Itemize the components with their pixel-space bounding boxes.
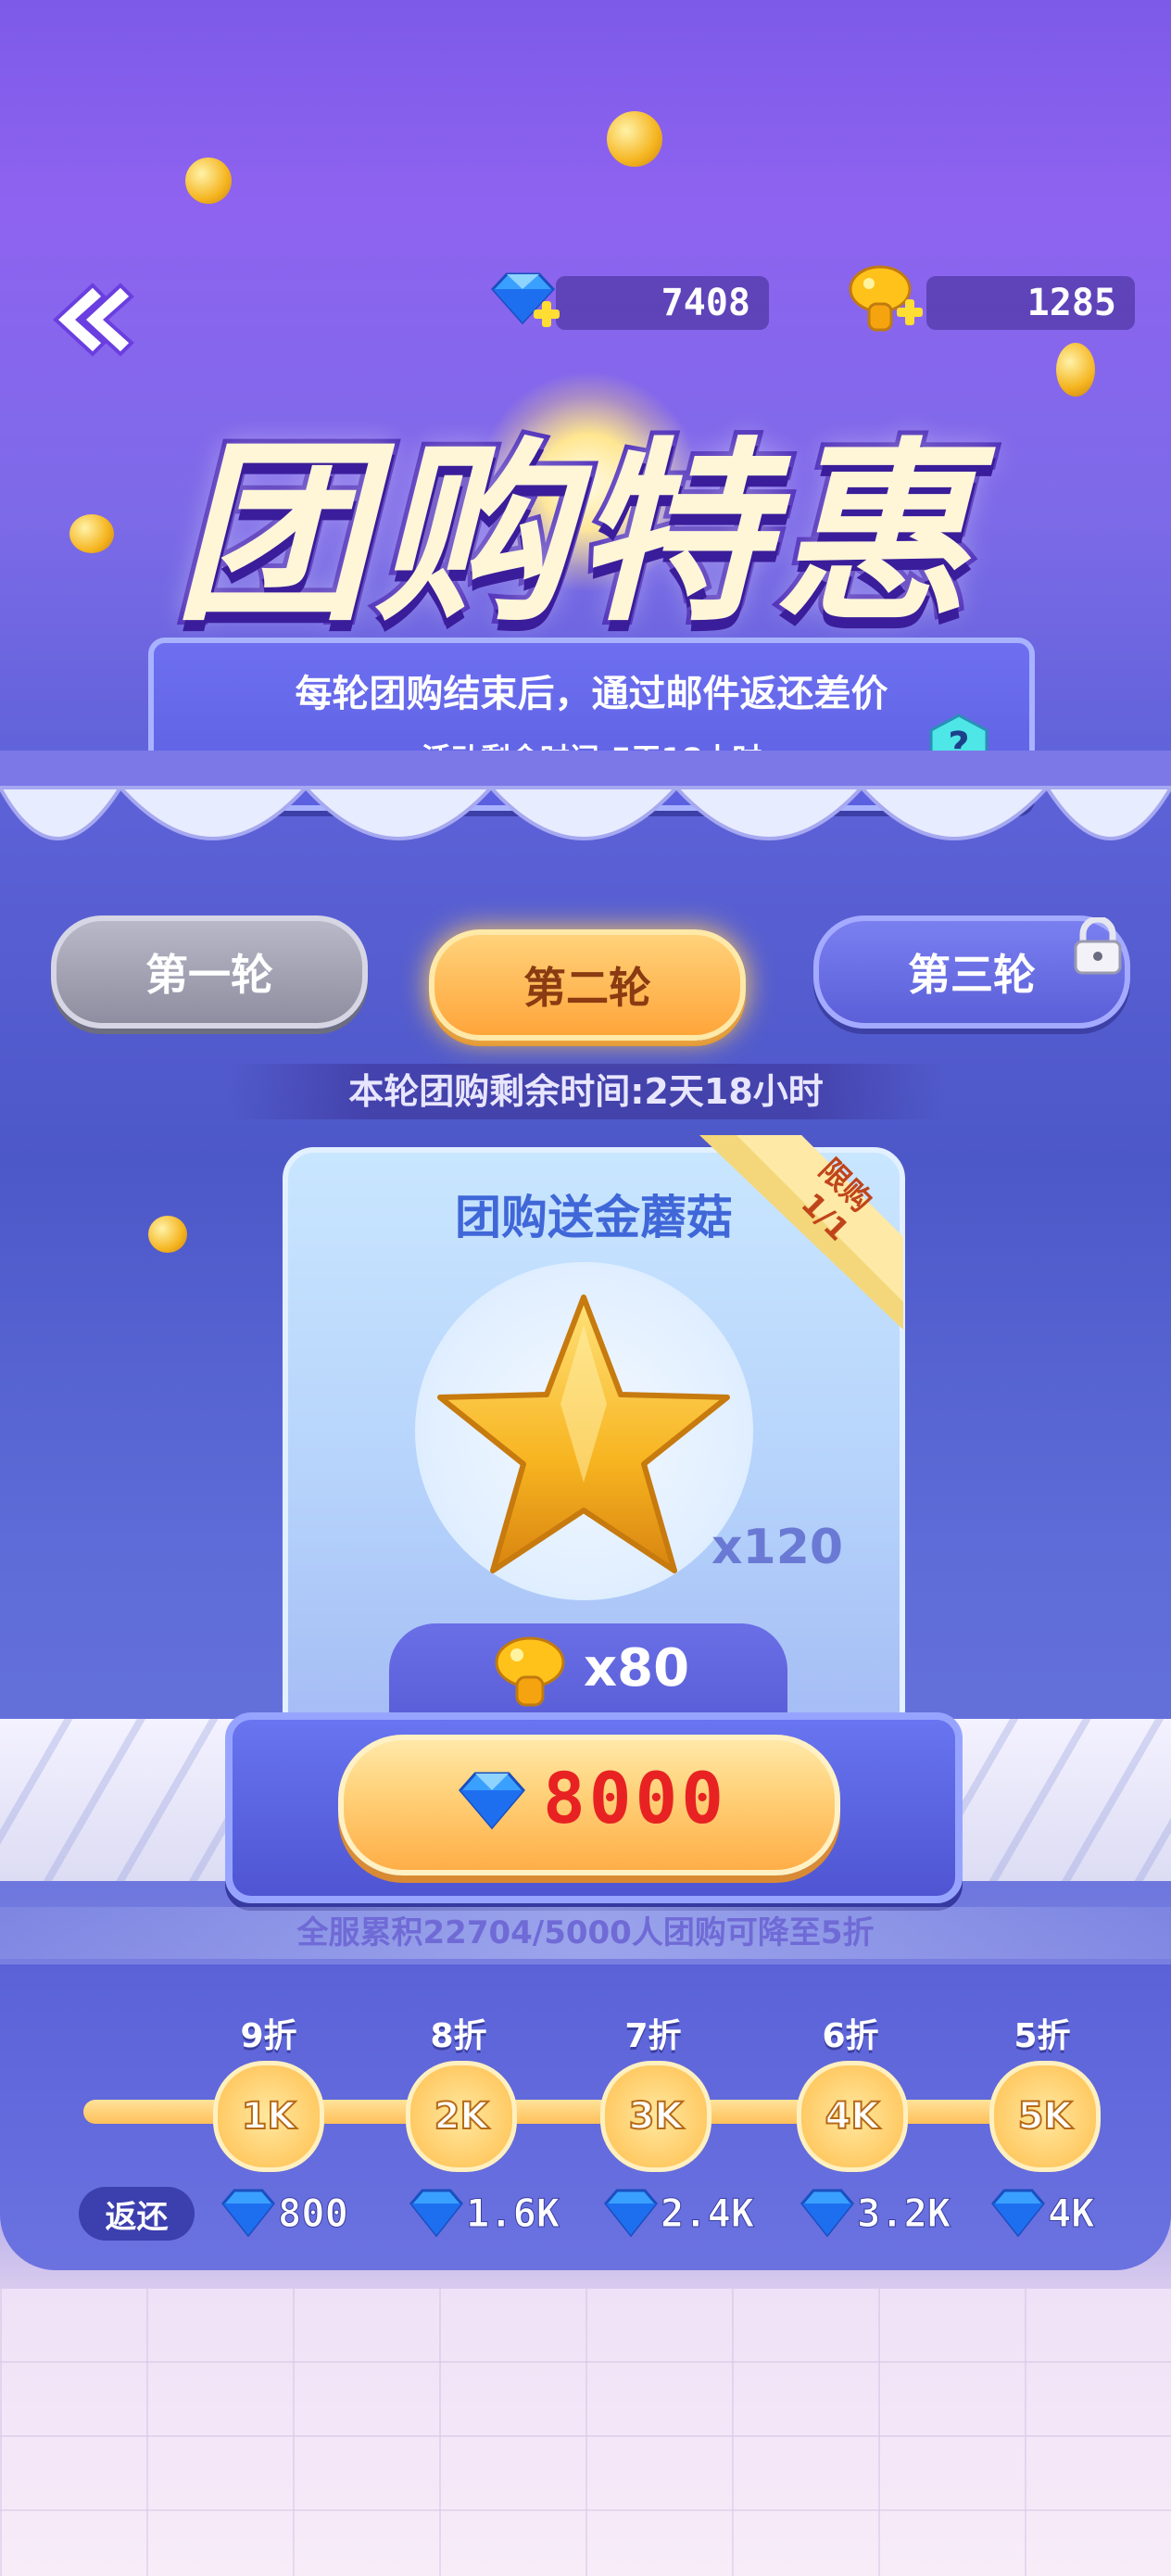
add-gems-button[interactable] [484,261,565,343]
gold-mushroom-plus-icon [849,265,923,332]
gem-icon [221,2189,275,2238]
tier-discount: 8折 [430,2017,487,2055]
tier-refund: 3.2K [856,2191,951,2237]
gem-icon [991,2189,1045,2238]
tier-node-1k: 1K [213,2061,324,2172]
back-button[interactable] [35,269,137,371]
coin-decor [185,158,232,204]
gem-icon [459,1772,525,1830]
mushroom-reward-amount: x80 [584,1638,690,1698]
star-icon [437,1294,730,1573]
tier-discount: 6折 [822,2017,879,2055]
canopy-decor [0,751,1171,840]
buy-button[interactable]: 8000 [338,1735,840,1875]
gem-counter: 7408 [556,276,769,330]
gem-count: 7408 [661,282,750,324]
tier-refund: 1.6K [465,2191,560,2237]
gold-mushroom-icon [495,1636,565,1707]
buy-price: 8000 [543,1757,728,1839]
refund-label: 返还 [79,2187,195,2241]
gem-icon [604,2189,658,2238]
coin-decor [69,514,114,553]
gem-icon [800,2189,854,2238]
tier-discount: 5折 [1014,2017,1071,2055]
mushroom-count: 1285 [1026,282,1116,324]
coin-decor [607,111,662,167]
tier-node-2k: 2K [406,2061,517,2172]
double-chevron-left-icon [53,283,134,357]
lock-icon [1074,917,1122,975]
tab-round-1[interactable]: 第一轮 [51,915,368,1029]
group-progress-text: 全服累积22704/5000人团购可降至5折 [0,1907,1171,1959]
tab-round-2[interactable]: 第二轮 [429,929,746,1041]
refund-rule-text: 每轮团购结束后，通过邮件返还差价 [295,673,888,715]
tier-refund: 2.4K [660,2191,755,2237]
round-remaining-time: 本轮团购剩余时间:2天18小时 [227,1064,945,1119]
mushroom-reward: x80 [389,1623,787,1716]
tier-node-4k: 4K [797,2061,908,2172]
item-quantity: x120 [711,1520,844,1575]
gem-plus-icon [490,272,560,327]
event-title: 团购特惠 [170,421,975,648]
tier-node-3k: 3K [600,2061,711,2172]
coin-decor [1056,343,1095,397]
add-mushrooms-button[interactable] [845,258,926,339]
gem-icon [409,2189,463,2238]
tier-refund: 800 [278,2191,349,2237]
tier-discount: 9折 [240,2017,297,2055]
tier-refund: 4K [1048,2191,1096,2237]
coin-decor [148,1216,187,1253]
tier-discount: 7折 [624,2017,682,2055]
mushroom-counter: 1285 [926,276,1135,330]
tier-node-5k: 5K [989,2061,1101,2172]
floor-tiles [0,2289,1171,2576]
